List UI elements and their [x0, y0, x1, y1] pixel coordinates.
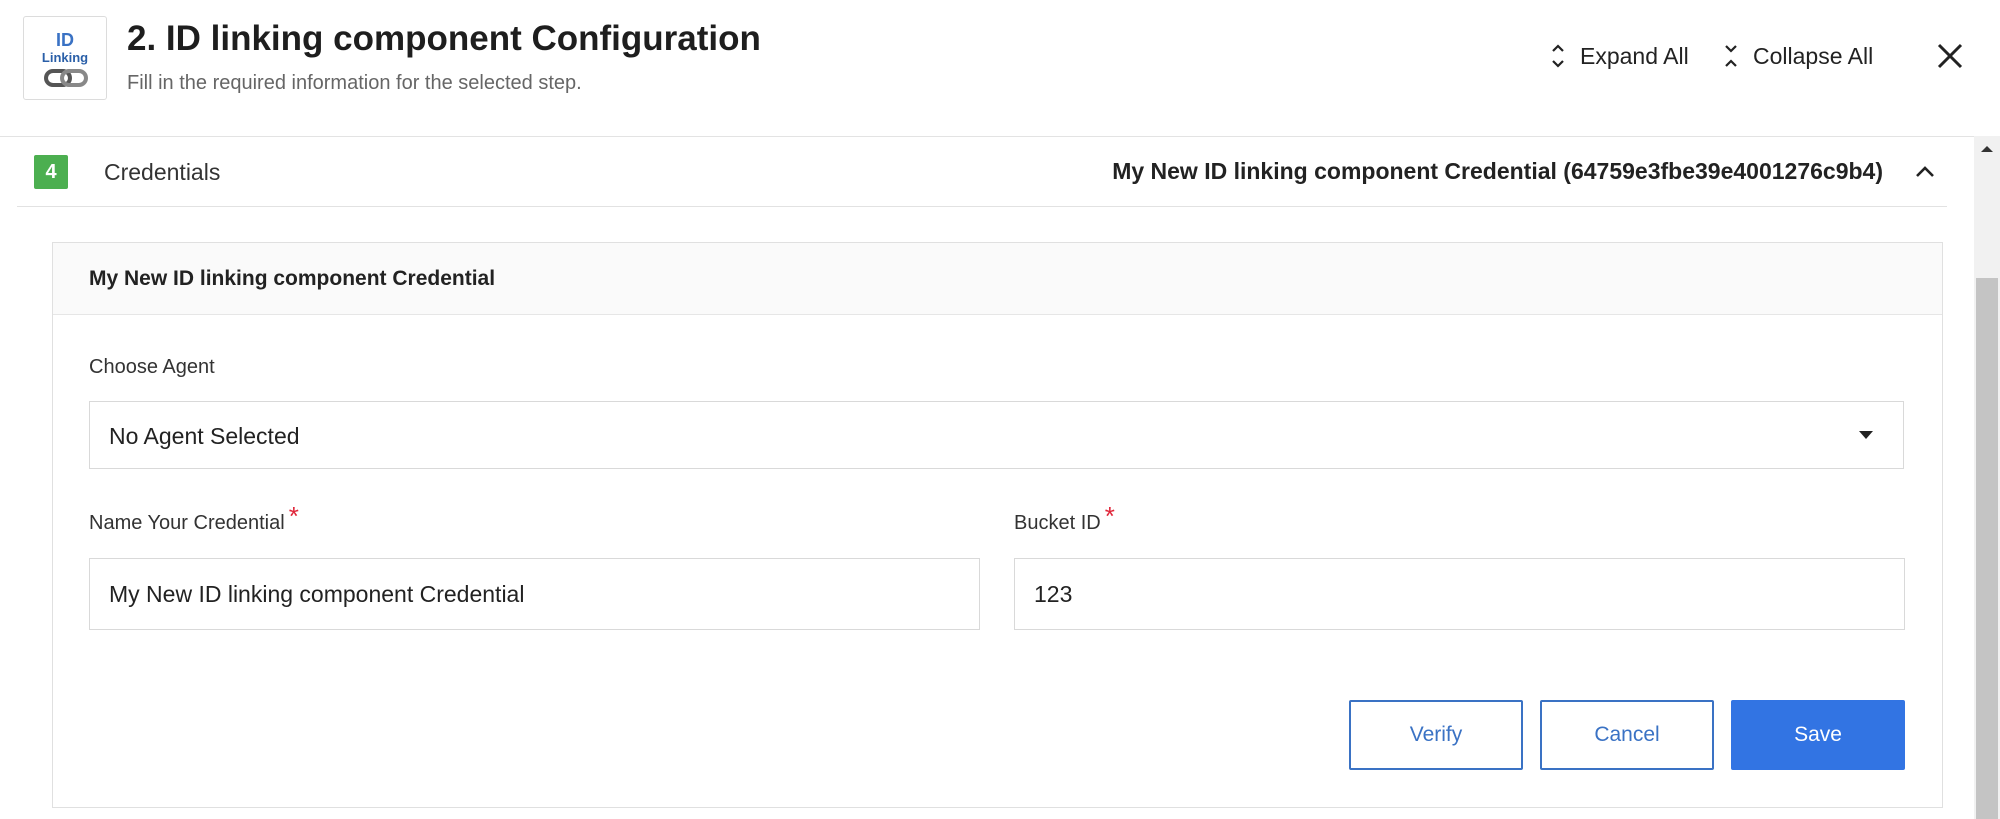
- credential-name-input[interactable]: [89, 558, 980, 630]
- name-credential-label-text: Name Your Credential: [89, 512, 285, 534]
- required-asterisk: *: [288, 501, 299, 531]
- save-button[interactable]: Save: [1731, 700, 1905, 770]
- logo-line-2: Linking: [41, 50, 89, 65]
- dropdown-caret-icon: [1859, 431, 1873, 439]
- chain-link-icon: [44, 69, 88, 87]
- agent-select[interactable]: No Agent Selected: [89, 401, 1904, 469]
- collapse-icon: [1725, 45, 1737, 67]
- card-header: My New ID linking component Credential: [53, 243, 1942, 315]
- expand-all-button[interactable]: Expand All: [1550, 38, 1689, 74]
- credentials-section-header[interactable]: 4 Credentials My New ID linking componen…: [17, 136, 1947, 207]
- id-linking-logo: ID Linking: [23, 16, 107, 100]
- agent-select-value: No Agent Selected: [109, 423, 300, 449]
- chevron-up-icon[interactable]: [1913, 160, 1937, 184]
- vertical-scrollbar[interactable]: [1974, 136, 2000, 819]
- card-title: My New ID linking component Credential: [89, 267, 496, 290]
- page-subtitle: Fill in the required information for the…: [127, 72, 582, 94]
- selected-credential-summary: My New ID linking component Credential (…: [1112, 158, 1883, 184]
- collapse-all-label: Collapse All: [1753, 42, 1874, 69]
- logo-line-1: ID: [56, 30, 74, 50]
- expand-all-label: Expand All: [1580, 42, 1689, 69]
- step-number-badge: 4: [34, 155, 68, 189]
- bucket-id-input[interactable]: [1014, 558, 1905, 630]
- choose-agent-label: Choose Agent: [89, 356, 215, 378]
- required-asterisk: *: [1104, 501, 1115, 531]
- close-icon[interactable]: [1934, 40, 1966, 72]
- verify-button[interactable]: Verify: [1349, 700, 1523, 770]
- page-title: 2. ID linking component Configuration: [127, 19, 761, 58]
- expand-icon: [1552, 44, 1564, 68]
- bucket-id-label: Bucket ID *: [1014, 502, 1115, 537]
- config-header: ID Linking 2. ID linking component Confi…: [0, 0, 2000, 137]
- collapse-all-button[interactable]: Collapse All: [1723, 38, 1873, 74]
- section-label: Credentials: [104, 159, 221, 185]
- credential-form-card: My New ID linking component Credential C…: [52, 242, 1943, 808]
- scroll-up-arrow-icon[interactable]: [1974, 136, 2000, 162]
- cancel-button[interactable]: Cancel: [1540, 700, 1714, 770]
- scrollbar-thumb[interactable]: [1976, 278, 1998, 819]
- bucket-id-label-text: Bucket ID: [1014, 512, 1101, 534]
- name-credential-label: Name Your Credential *: [89, 502, 299, 537]
